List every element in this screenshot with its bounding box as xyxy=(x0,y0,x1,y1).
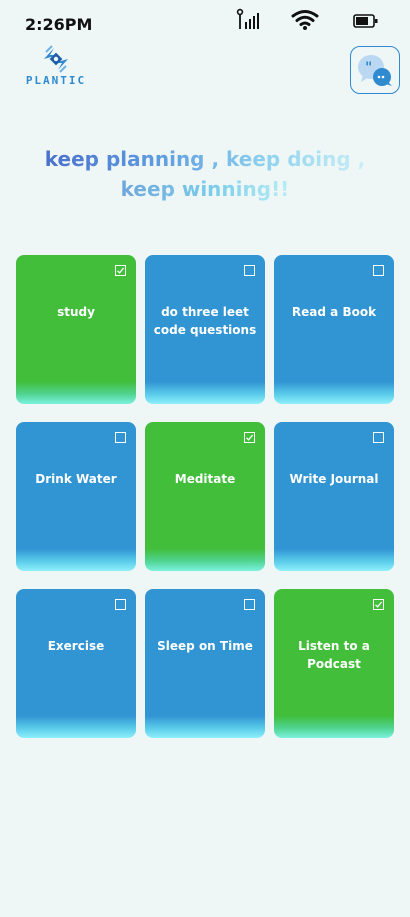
tagline-line-1: keep planning , keep doing , xyxy=(44,147,366,171)
task-label: Sleep on Time xyxy=(157,639,253,653)
task-checkbox[interactable] xyxy=(244,432,255,443)
chat-button[interactable]: " xyxy=(350,46,400,94)
task-label: Meditate xyxy=(174,472,236,486)
task-checkbox[interactable] xyxy=(244,265,255,276)
task-card[interactable]: do three leet code questions xyxy=(145,255,265,404)
task-card[interactable]: study xyxy=(16,255,136,404)
battery-icon xyxy=(353,13,379,32)
task-card[interactable]: Write Journal xyxy=(274,422,394,571)
task-label: Drink Water xyxy=(35,472,117,486)
task-card[interactable]: Read a Book xyxy=(274,255,394,404)
plantic-logo-icon xyxy=(44,45,68,73)
task-checkbox[interactable] xyxy=(244,599,255,610)
task-checkbox[interactable] xyxy=(373,599,384,610)
app-logo[interactable]: PLANTIC xyxy=(18,44,94,88)
task-label: Listen to a Podcast xyxy=(298,639,370,671)
tagline: keep planning , keep doing , keep winnin… xyxy=(0,144,410,204)
task-checkbox[interactable] xyxy=(115,265,126,276)
task-label: Exercise xyxy=(47,639,105,653)
checkmark-icon xyxy=(117,267,125,274)
wifi-icon xyxy=(291,9,319,35)
tagline-line-2: keep winning!! xyxy=(120,177,290,201)
checkmark-icon xyxy=(375,601,383,608)
task-checkbox[interactable] xyxy=(373,265,384,276)
status-bar: 2:26PM xyxy=(0,0,410,44)
task-card[interactable]: Listen to a Podcast xyxy=(274,589,394,738)
status-time: 2:26PM xyxy=(25,15,93,34)
svg-text:": " xyxy=(365,60,372,76)
task-label: Read a Book xyxy=(291,305,377,319)
task-label: do three leet code questions xyxy=(153,305,257,337)
task-card[interactable]: Exercise xyxy=(16,589,136,738)
task-card[interactable]: Drink Water xyxy=(16,422,136,571)
task-card[interactable]: Meditate xyxy=(145,422,265,571)
chat-bubble-icon: " xyxy=(358,55,392,86)
signal-icon xyxy=(236,8,260,36)
logo-text: PLANTIC xyxy=(25,74,87,87)
task-checkbox[interactable] xyxy=(115,432,126,443)
task-checkbox[interactable] xyxy=(115,599,126,610)
task-label: study xyxy=(57,305,95,319)
task-card[interactable]: Sleep on Time xyxy=(145,589,265,738)
checkmark-icon xyxy=(246,434,254,441)
task-label: Write Journal xyxy=(289,472,379,486)
task-checkbox[interactable] xyxy=(373,432,384,443)
